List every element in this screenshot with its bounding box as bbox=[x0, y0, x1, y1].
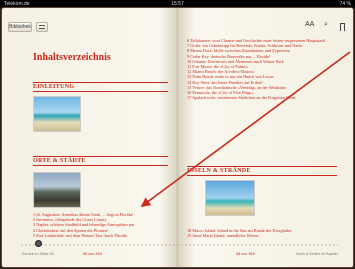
status-bar: Telekom.de 15:57 74 % bbox=[0, 0, 355, 8]
library-button[interactable]: Bibliothek bbox=[8, 22, 32, 32]
toc-list-right: 6 Tallahassee: vom Charme und Geschichte… bbox=[187, 38, 337, 100]
bookmark-icon[interactable] bbox=[340, 23, 345, 31]
toc-item[interactable]: 19 Anna Maria Island: unendliche Weiten bbox=[187, 233, 291, 238]
footer-left-page: 56 von 818 bbox=[83, 252, 102, 256]
island-thumbnail bbox=[205, 180, 255, 216]
footer-right-page: 58 von 818 bbox=[236, 252, 255, 256]
section-heading-inseln[interactable]: INSELN & STRÄNDE bbox=[187, 166, 337, 176]
left-page: Inhaltsverzeichnis EINLEITUNG ORTE & STÄ… bbox=[33, 52, 173, 238]
battery-indicator: 74 % bbox=[339, 1, 351, 7]
toc-button[interactable] bbox=[36, 22, 48, 32]
section-heading-orte[interactable]: ORTE & STÄDTE bbox=[33, 156, 168, 166]
list-icon bbox=[39, 25, 45, 29]
font-size-button[interactable]: AA bbox=[305, 21, 314, 28]
footer-chapter-remaining: Noch 8 Seiten im Kapitel bbox=[296, 252, 338, 256]
scrubber-handle[interactable] bbox=[35, 240, 42, 247]
right-page: 6 Tallahassee: vom Charme und Geschichte… bbox=[187, 38, 337, 238]
beach-thumbnail bbox=[33, 96, 81, 132]
toc-item[interactable]: 17 Apalachicola: verträumtes Städtchen a… bbox=[187, 95, 337, 100]
search-icon[interactable]: ⌕ bbox=[324, 21, 328, 29]
toc-list-right-2: 18 Marco Island: Island in the Sun am Ra… bbox=[187, 228, 291, 238]
toc-title: Inhaltsverzeichnis bbox=[33, 52, 111, 63]
section-heading-einleitung[interactable]: EINLEITUNG bbox=[33, 82, 168, 92]
toc-item[interactable]: 5 Fort Lauderdale: mit dem Wasser-Taxi d… bbox=[33, 233, 167, 238]
toc-list-left: 1 St. Augustine: Amerikas älteste Stadt … bbox=[33, 212, 167, 238]
footer-back-caption: Zurück zu Seite 56 bbox=[22, 252, 54, 256]
city-thumbnail bbox=[33, 172, 81, 208]
page-scrubber[interactable] bbox=[20, 243, 338, 247]
clock: 15:57 bbox=[171, 1, 184, 7]
